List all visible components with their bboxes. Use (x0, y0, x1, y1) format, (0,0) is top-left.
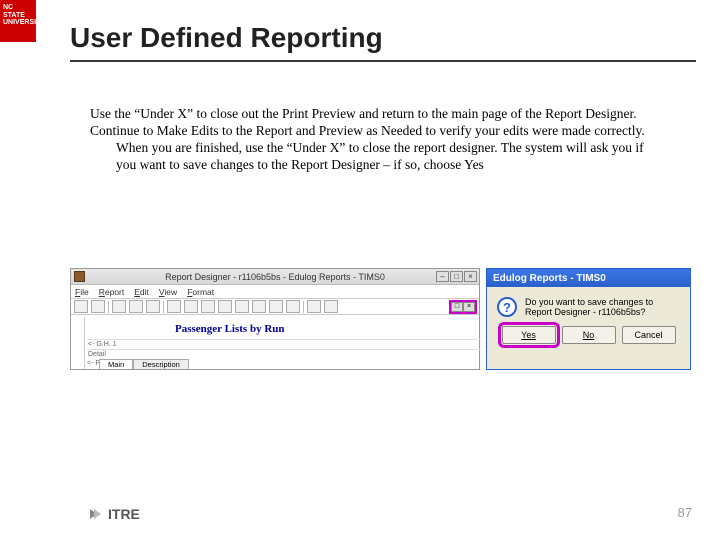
tool-btn[interactable] (91, 300, 105, 313)
tab-description[interactable]: Description (133, 359, 189, 369)
minimize-button[interactable]: – (436, 271, 449, 282)
yes-button[interactable]: Yes (502, 326, 556, 344)
dialog-titlebar: Edulog Reports - TIMS0 (487, 269, 690, 287)
save-dialog: Edulog Reports - TIMS0 ? Do you want to … (486, 268, 691, 370)
menu-file[interactable]: File (75, 287, 89, 297)
designer-toolbar (71, 299, 479, 315)
menu-edit[interactable]: Edit (134, 287, 149, 297)
designer-menubar: File Report Edit View Format (71, 285, 479, 299)
no-button[interactable]: No (562, 326, 616, 344)
tool-btn[interactable] (286, 300, 300, 313)
cancel-button[interactable]: Cancel (622, 326, 676, 344)
dialog-title: Edulog Reports - TIMS0 (493, 273, 606, 284)
toolbar-separator (108, 301, 109, 313)
tool-btn[interactable] (269, 300, 283, 313)
question-icon: ? (497, 297, 517, 317)
dialog-message: Do you want to save changes to Report De… (525, 297, 680, 318)
tool-btn[interactable] (74, 300, 88, 313)
band-group-header: <- G.H. 1 (87, 339, 481, 348)
report-heading-field[interactable]: Passenger Lists by Run (175, 323, 285, 335)
tab-main[interactable]: Main (99, 359, 133, 369)
menu-report[interactable]: Report (99, 287, 125, 297)
paragraph-2: Continue to Make Edits to the Report and… (90, 123, 650, 174)
paragraph-1: Use the “Under X” to close out the Print… (90, 106, 650, 123)
brand-line1: NC STATE (3, 4, 33, 19)
toolbar-separator (303, 301, 304, 313)
tool-btn[interactable] (252, 300, 266, 313)
tool-btn[interactable] (112, 300, 126, 313)
itre-logo-text: ITRE (108, 506, 140, 522)
tool-btn[interactable] (324, 300, 338, 313)
tool-btn[interactable] (167, 300, 181, 313)
tool-btn[interactable] (218, 300, 232, 313)
designer-tabs: Main Description (99, 359, 189, 369)
ncsu-logo-block: NC STATE UNIVERSITY (0, 0, 36, 42)
designer-titlebar: Report Designer - r1106b5bs - Edulog Rep… (71, 269, 479, 285)
toolbar-separator (163, 301, 164, 313)
tool-btn[interactable] (201, 300, 215, 313)
itre-arrow-icon (90, 507, 104, 521)
band-detail: Detail (87, 349, 481, 358)
window-buttons: – □ × (436, 271, 477, 282)
vertical-ruler (71, 317, 85, 369)
dialog-body: ? Do you want to save changes to Report … (487, 287, 690, 326)
slide-title: User Defined Reporting (70, 22, 696, 62)
itre-logo: ITRE (90, 506, 140, 522)
menu-view[interactable]: View (159, 287, 177, 297)
report-designer-window: Report Designer - r1106b5bs - Edulog Rep… (70, 268, 480, 370)
designer-window-title: Report Designer - r1106b5bs - Edulog Rep… (165, 272, 385, 282)
slide-body: Use the “Under X” to close out the Print… (90, 106, 650, 174)
page-number: 87 (678, 505, 692, 520)
tool-btn[interactable] (184, 300, 198, 313)
screenshot-row: Report Designer - r1106b5bs - Edulog Rep… (70, 268, 692, 370)
slide-content: User Defined Reporting Use the “Under X”… (70, 22, 696, 174)
brand-line2: UNIVERSITY (3, 19, 33, 27)
maximize-button[interactable]: □ (450, 271, 463, 282)
tool-btn[interactable] (146, 300, 160, 313)
app-icon (74, 271, 85, 282)
menu-format[interactable]: Format (187, 287, 214, 297)
designer-canvas-area: Passenger Lists by Run <- G.H. 1 Detail … (71, 317, 479, 369)
tool-btn[interactable] (307, 300, 321, 313)
close-button[interactable]: × (464, 271, 477, 282)
report-canvas: Passenger Lists by Run <- G.H. 1 Detail … (85, 317, 479, 369)
tool-btn[interactable] (129, 300, 143, 313)
tool-btn[interactable] (235, 300, 249, 313)
dialog-button-row: Yes No Cancel (487, 326, 690, 352)
